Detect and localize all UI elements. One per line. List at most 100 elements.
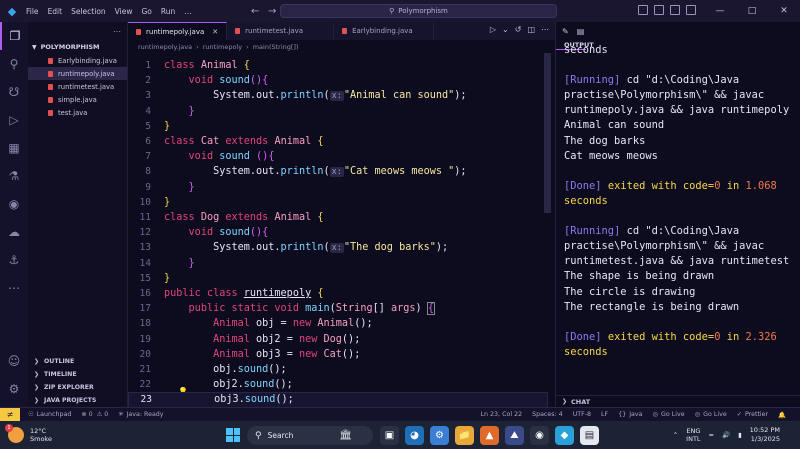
file-explorer-icon[interactable]: 📁 [455,426,474,445]
file-earlybinding[interactable]: Earlybinding.java [28,54,127,67]
menu-go[interactable]: Go [141,7,151,16]
code-line[interactable]: 20 Animal obj3 = new Cat(); [128,347,548,362]
notifications-bell-icon[interactable]: 🔔 [778,411,786,419]
language-mode[interactable]: {} Java [618,411,642,419]
code-line[interactable]: 5} [128,119,548,134]
tab-earlybinding[interactable]: Earlybinding.java [334,22,434,40]
clock[interactable]: 10:52 PM 1/3/2025 [750,426,780,444]
menu-selection[interactable]: Selection [71,7,106,16]
command-center-search[interactable]: ⚲ Polymorphism [280,4,557,18]
launchpad-item[interactable]: ☉ Launchpad [28,411,71,418]
code-line[interactable]: 10} [128,195,548,210]
indentation[interactable]: Spaces: 4 [532,411,563,419]
section-timeline[interactable]: ❯ TIMELINE [28,368,128,381]
toggle-panel-icon[interactable] [654,5,664,15]
code-line[interactable]: 1 class Animal { [128,58,548,73]
account-icon[interactable]: ☺ [0,347,28,375]
breadcrumb-file[interactable]: runtimepoly.java [138,43,192,51]
weather-widget[interactable]: 1 12°C Smoke [5,424,52,443]
run-debug-icon[interactable]: ▷ [0,106,28,134]
chat-section[interactable]: ❯ CHAT [556,395,800,407]
menu-run[interactable]: Run [161,7,175,16]
taskbar-search[interactable]: ⚲ Search 🏛 [247,426,373,445]
file-runtimepoly[interactable]: runtimepoly.java [28,67,127,80]
cloud-icon[interactable]: ☁ [0,218,28,246]
back-arrow-icon[interactable]: ← [251,6,259,17]
code-line[interactable]: 3 System.out.println(x: "Animal can sound… [128,88,548,103]
forward-arrow-icon[interactable]: → [268,6,276,17]
problems-item[interactable]: ⊗ 0 ⚠ 0 [81,411,108,418]
vlc-icon[interactable]: ▲ [480,426,499,445]
tab-runtimepoly[interactable]: runtimepoly.java ✕ [128,22,228,40]
code-line[interactable]: 14 } [128,256,548,271]
windows-start-icon[interactable] [226,428,240,442]
history-icon[interactable]: ↺ [515,25,522,34]
new-file-icon[interactable]: ✎ [562,27,569,36]
section-outline[interactable]: ❯ OUTLINE [28,355,128,368]
go-live-item-2[interactable]: ◎ Go Live [695,411,727,419]
code-line[interactable]: 16 public class runtimepoly { [128,286,548,301]
file-simple[interactable]: simple.java [28,93,127,106]
file-test[interactable]: test.java [28,106,127,119]
prettier-item[interactable]: ✓ Prettier [737,411,768,419]
more-icon[interactable]: ⋯ [0,274,28,302]
explorer-more-actions[interactable]: ⋯ [28,22,127,40]
code-line[interactable]: 18 Animal obj = new Animal(); [128,316,548,331]
explorer-icon[interactable]: ❐ [0,22,28,50]
code-line[interactable]: 12 void sound(){ [128,225,548,240]
minimize-icon[interactable]: — [704,0,736,22]
edge-browser-icon[interactable]: ◕ [405,426,424,445]
close-icon[interactable]: ✕ [768,0,800,22]
cursor-position[interactable]: Ln 23, Col 22 [481,411,523,419]
section-zip-explorer[interactable]: ❯ ZIP EXPLORER [28,381,128,394]
search-icon[interactable]: ⚲ [0,50,28,78]
code-line[interactable]: 13 System.out.println(x: "The dog barks")… [128,240,548,255]
code-line[interactable]: 17 public static void main(String[] args… [128,301,548,316]
run-icon[interactable]: ▷ [490,25,496,34]
close-tab-icon[interactable]: ✕ [212,28,218,36]
file-runtimetest[interactable]: runtimetest.java [28,80,127,93]
settings-gear-icon[interactable]: ⚙ [0,375,28,403]
code-line[interactable]: 7 void sound (){ [128,149,548,164]
testing-icon[interactable]: ⚗ [0,162,28,190]
breadcrumb-method[interactable]: main(String[]) [253,43,299,51]
edge-devtools-icon[interactable]: ◉ [0,190,28,218]
code-line[interactable]: 11 class Dog extends Animal { [128,210,548,225]
code-line[interactable]: 6 class Cat extends Animal { [128,134,548,149]
menu-more[interactable]: … [184,7,192,16]
end-of-line[interactable]: LF [601,411,608,419]
chevron-up-icon[interactable]: ⌃ [673,431,678,439]
code-line[interactable]: 8 System.out.println(x: "Cat meows meows … [128,164,548,179]
code-line[interactable]: 19 Animal obj2 = new Dog(); [128,332,548,347]
go-live-item[interactable]: ◎ Go Live [653,411,685,419]
battery-icon[interactable]: ▮ [738,431,742,439]
settings-app-icon[interactable]: ⚙ [430,426,449,445]
split-editor-icon[interactable]: ◫ [527,25,535,34]
run-dropdown-icon[interactable]: ⌄ [502,25,509,34]
volume-icon[interactable]: 🔊 [722,431,730,439]
task-view-icon[interactable]: ▣ [380,426,399,445]
code-line[interactable]: 9 } [128,180,548,195]
code-line[interactable]: 15} [128,271,548,286]
docker-icon[interactable]: ⚓ [0,246,28,274]
menu-view[interactable]: View [115,7,133,16]
toggle-sidebar-icon[interactable] [638,5,648,15]
remote-icon[interactable]: ≠ [0,407,20,422]
java-status-item[interactable]: ✳ Java: Ready [118,411,163,418]
customize-layout-icon[interactable] [686,5,696,15]
encoding[interactable]: UTF-8 [573,411,591,419]
code-line[interactable]: 23 obj3.sound(); [128,392,548,408]
input-language[interactable]: ENG INTL [686,427,700,443]
code-line[interactable]: 4 } [128,104,548,119]
code-line[interactable]: 21 obj.sound(); [128,362,548,377]
code-line[interactable]: 2 void sound(){ [128,73,548,88]
source-control-icon[interactable]: ☋ [0,78,28,106]
menu-file[interactable]: File [26,7,39,16]
folder-polymorphism[interactable]: ▼ POLYMORPHISM [28,40,127,54]
output-view-icon[interactable]: ▤ [577,27,585,36]
photos-icon[interactable]: ⛰ [505,426,524,445]
wifi-icon[interactable]: ≈ [709,431,714,439]
section-java-projects[interactable]: ❯ JAVA PROJECTS [28,394,128,407]
maximize-icon[interactable]: □ [736,0,768,22]
notepad-icon[interactable]: ▤ [580,426,599,445]
